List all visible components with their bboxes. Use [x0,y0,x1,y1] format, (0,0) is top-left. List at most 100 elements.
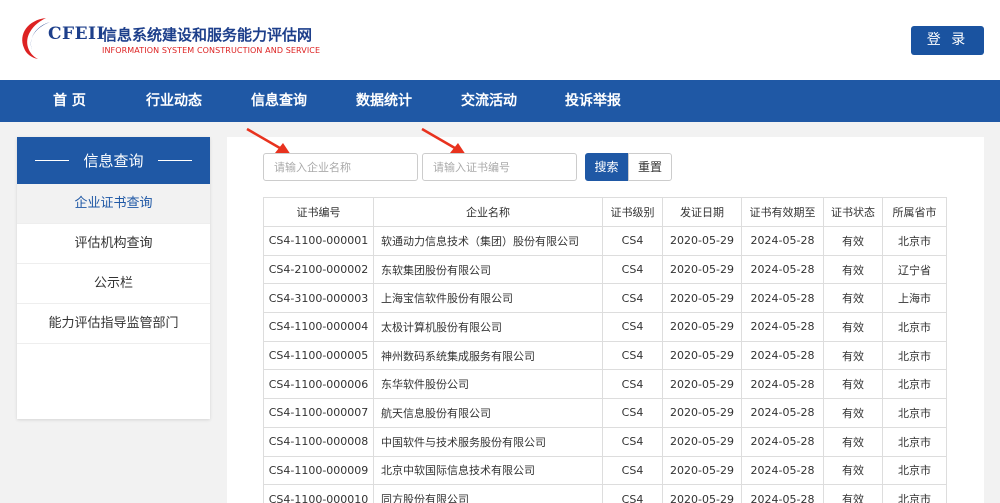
cell-cert-number: CS4-1100-000004 [263,312,374,342]
cell-company-name: 东华软件股份公司 [373,369,603,400]
column-header-company-name: 企业名称 [373,197,603,227]
table-row[interactable]: CS4-2100-000002 东软集团股份有限公司 CS4 2020-05-29 20… [263,254,947,285]
cell-cert-level: CS4 [602,254,663,285]
cell-issue-date: 2020-05-29 [662,226,742,256]
nav-item-complaints[interactable]: 投诉举报 [565,80,621,122]
cell-issue-date: 2020-05-29 [662,426,742,457]
nav-item-info-query[interactable]: 信息查询 [251,80,307,122]
table-row[interactable]: CS4-1100-000004 太极计算机股份有限公司 CS4 2020-05-29 2… [263,312,947,342]
cell-status: 有效 [823,426,883,457]
cell-status: 有效 [823,369,883,400]
sidebar-title: 信息查询 [83,152,144,170]
cell-cert-number: CS4-1100-000009 [263,455,374,486]
table-header-row: 证书编号 企业名称 证书级别 发证日期 证书有效期至 证书状态 所属省市 [263,197,947,227]
cell-status: 有效 [823,398,883,428]
cell-cert-level: CS4 [602,283,663,314]
cell-company-name: 太极计算机股份有限公司 [373,312,603,342]
cell-issue-date: 2020-05-29 [662,283,742,314]
table-row[interactable]: CS4-1100-000008 中国软件与技术服务股份有限公司 CS4 2020-05… [263,426,947,457]
sidebar-item-assessment-agency[interactable]: 评估机构查询 [17,224,210,264]
cell-valid-until: 2024-05-28 [741,226,824,256]
company-name-input[interactable] [263,153,418,181]
cell-cert-level: CS4 [602,340,663,371]
column-header-issue-date: 发证日期 [662,197,742,227]
cell-valid-until: 2024-05-28 [741,484,824,503]
cell-company-name: 同方股份有限公司 [373,484,603,503]
cell-province: 辽宁省 [882,254,947,285]
cell-valid-until: 2024-05-28 [741,254,824,285]
table-row[interactable]: CS4-1100-000005 神州数码系统集成服务有限公司 CS4 2020-05-… [263,340,947,371]
logo-brand: CFEII [48,24,105,44]
cell-issue-date: 2020-05-29 [662,484,742,503]
nav-item-events[interactable]: 交流活动 [461,80,517,122]
cell-status: 有效 [823,283,883,314]
cell-cert-number: CS4-1100-000005 [263,340,374,371]
sidebar: 信息查询 企业证书查询 评估机构查询 公示栏 能力评估指导监管部门 [17,137,210,419]
table-row[interactable]: CS4-1100-000010 同方股份有限公司 CS4 2020-05-29 2024… [263,484,947,503]
cell-province: 北京市 [882,226,947,256]
cell-cert-level: CS4 [602,455,663,486]
table-row[interactable]: CS4-1100-000006 东华软件股份公司 CS4 2020-05-29 2024… [263,369,947,400]
sidebar-header: 信息查询 [17,137,210,184]
sidebar-item-company-certificate[interactable]: 企业证书查询 [17,184,210,224]
table-row[interactable]: CS4-1100-000001 软通动力信息技术（集团）股份有限公司 CS4 2020… [263,226,947,256]
cell-cert-number: CS4-1100-000008 [263,426,374,457]
cell-cert-number: CS4-1100-000007 [263,398,374,428]
cell-valid-until: 2024-05-28 [741,312,824,342]
cell-issue-date: 2020-05-29 [662,254,742,285]
cell-valid-until: 2024-05-28 [741,398,824,428]
cell-status: 有效 [823,340,883,371]
reset-button[interactable]: 重置 [628,153,672,181]
cell-valid-until: 2024-05-28 [741,283,824,314]
cell-status: 有效 [823,312,883,342]
cell-valid-until: 2024-05-28 [741,369,824,400]
cell-company-name: 东软集团股份有限公司 [373,254,603,285]
column-header-cert-number: 证书编号 [263,197,374,227]
table-row[interactable]: CS4-1100-000009 北京中软国际信息技术有限公司 CS4 2020-05-… [263,455,947,486]
sidebar-item-bulletin[interactable]: 公示栏 [17,264,210,304]
cell-issue-date: 2020-05-29 [662,455,742,486]
sidebar-item-supervision-dept[interactable]: 能力评估指导监管部门 [17,304,210,344]
cell-issue-date: 2020-05-29 [662,369,742,400]
main-content: 搜索 重置 证书编号 企业名称 证书级别 发证日期 证书有效期至 证书状态 所属… [227,127,984,503]
login-button[interactable]: 登 录 [911,26,984,55]
table-row[interactable]: CS4-3100-000003 上海宝信软件股份有限公司 CS4 2020-05-29… [263,283,947,314]
site-header: CFEII 信息系统建设和服务能力评估网 INFORMATION SYSTEM … [0,0,1000,80]
cell-cert-level: CS4 [602,426,663,457]
nav-item-statistics[interactable]: 数据统计 [356,80,412,122]
cell-status: 有效 [823,226,883,256]
column-header-cert-level: 证书级别 [602,197,663,227]
logo-subtitle: INFORMATION SYSTEM CONSTRUCTION AND SERV… [102,46,321,55]
nav-item-industry-news[interactable]: 行业动态 [146,80,202,122]
cell-cert-level: CS4 [602,312,663,342]
cell-company-name: 中国软件与技术服务股份有限公司 [373,426,603,457]
nav-item-home[interactable]: 首 页 [53,80,86,122]
logo-title: 信息系统建设和服务能力评估网 [102,26,313,44]
cell-cert-number: CS4-1100-000006 [263,369,374,400]
cell-province: 北京市 [882,340,947,371]
table-row[interactable]: CS4-1100-000007 航天信息股份有限公司 CS4 2020-05-29 20… [263,398,947,428]
site-logo[interactable]: CFEII 信息系统建设和服务能力评估网 INFORMATION SYSTEM … [16,12,336,72]
cell-province: 北京市 [882,369,947,400]
main-nav: 首 页 行业动态 信息查询 数据统计 交流活动 投诉举报 [0,80,1000,122]
cell-valid-until: 2024-05-28 [741,455,824,486]
column-header-province: 所属省市 [882,197,947,227]
cell-company-name: 北京中软国际信息技术有限公司 [373,455,603,486]
cell-company-name: 上海宝信软件股份有限公司 [373,283,603,314]
sidebar-header-dash-right [157,160,192,161]
cell-cert-level: CS4 [602,484,663,503]
cell-cert-level: CS4 [602,226,663,256]
certificate-number-input[interactable] [422,153,577,181]
cell-province: 上海市 [882,283,947,314]
cell-status: 有效 [823,254,883,285]
sidebar-header-dash-left [35,160,70,161]
cell-province: 北京市 [882,398,947,428]
cell-cert-number: CS4-2100-000002 [263,254,374,285]
cell-province: 北京市 [882,426,947,457]
cell-issue-date: 2020-05-29 [662,398,742,428]
cell-status: 有效 [823,455,883,486]
search-button[interactable]: 搜索 [585,153,628,181]
cell-cert-level: CS4 [602,398,663,428]
column-header-status: 证书状态 [823,197,883,227]
cell-company-name: 软通动力信息技术（集团）股份有限公司 [373,226,603,256]
